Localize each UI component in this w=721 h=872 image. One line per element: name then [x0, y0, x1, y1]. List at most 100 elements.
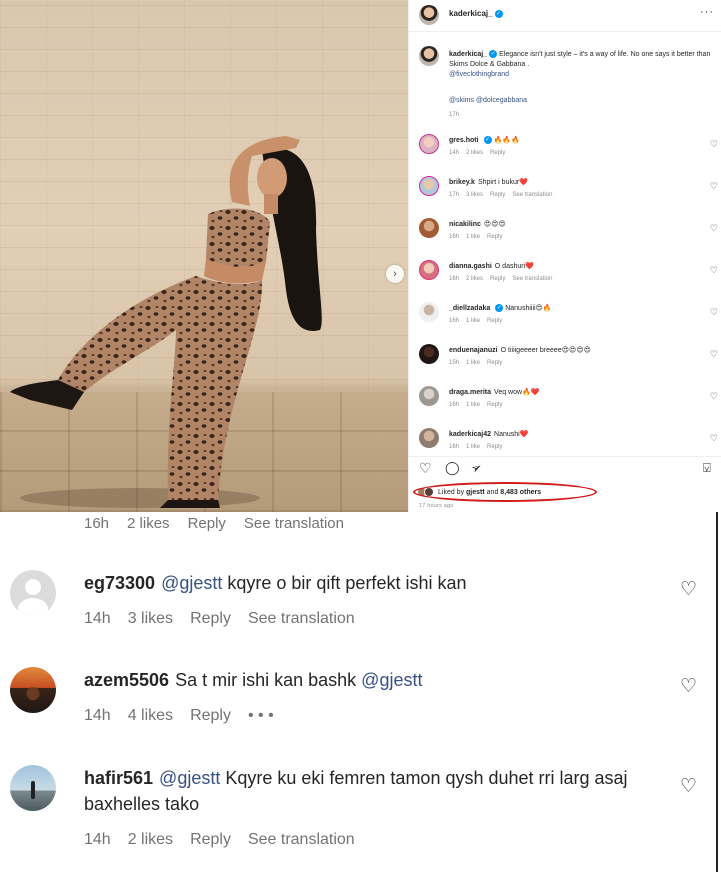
- commenter-avatar[interactable]: [419, 386, 439, 406]
- caption-mention-link[interactable]: @fiveclothingbrand: [449, 71, 509, 78]
- comment-username[interactable]: dianna.gashi: [449, 263, 492, 270]
- like-heart-icon[interactable]: ♡: [419, 461, 432, 475]
- author-username[interactable]: kaderkicaj_: [449, 9, 493, 18]
- comment-username[interactable]: kaderkicaj42: [449, 431, 491, 438]
- comment-username[interactable]: draga.merita: [449, 389, 491, 396]
- post-photo[interactable]: ›: [0, 0, 408, 512]
- author-avatar[interactable]: [419, 5, 439, 25]
- bookmark-save-icon[interactable]: ⍌: [703, 461, 711, 475]
- more-options-icon[interactable]: ···: [700, 6, 714, 18]
- comment-reply-button[interactable]: Reply: [490, 276, 505, 282]
- comment-likes[interactable]: 4 likes: [128, 707, 173, 724]
- comment-reply-button[interactable]: Reply: [487, 402, 502, 408]
- comment-time: 15h: [449, 360, 460, 366]
- comment-like-heart-icon[interactable]: ♡: [710, 265, 718, 276]
- comment-likes[interactable]: 2 likes: [466, 276, 483, 282]
- comment-meta: 17h 3 likes Reply See translation: [449, 192, 559, 198]
- chevron-right-icon: ›: [393, 268, 397, 280]
- carousel-next-button[interactable]: ›: [386, 265, 404, 283]
- comment-like-heart-icon[interactable]: ♡: [710, 181, 718, 192]
- comment-reply-button[interactable]: Reply: [487, 234, 502, 240]
- comment-username[interactable]: brikey.k: [449, 179, 475, 186]
- comment-reply-button[interactable]: Reply: [190, 707, 231, 724]
- comment-like-heart-icon[interactable]: ♡: [710, 223, 718, 234]
- comment-like-heart-icon[interactable]: ♡: [710, 391, 718, 402]
- see-translation-link[interactable]: See translation: [244, 515, 344, 532]
- comment-username[interactable]: hafir561: [84, 768, 153, 788]
- comment-body: enduenajanuzi O tiiiigeeeer breeee😍😍😍😍: [449, 346, 591, 354]
- comment-meta: 14h 2 likes Reply See translation: [84, 831, 372, 849]
- comment-reply-button[interactable]: Reply: [188, 515, 226, 532]
- see-translation-link[interactable]: See translation: [512, 192, 552, 198]
- comment-like-heart-icon[interactable]: ♡: [710, 307, 718, 318]
- commenter-avatar[interactable]: [419, 218, 439, 238]
- user-avatar[interactable]: [10, 667, 56, 713]
- user-avatar[interactable]: [10, 765, 56, 811]
- comment-row: dianna.gashi O dashuri❤️ 16h 2 likes Reply S…: [409, 260, 721, 302]
- comment-mention-link[interactable]: @gjestt: [161, 573, 222, 593]
- comment-like-heart-icon[interactable]: ♡: [710, 349, 718, 360]
- commenter-avatar[interactable]: [419, 428, 439, 448]
- commenter-avatar[interactable]: [419, 176, 439, 196]
- comment-reply-button[interactable]: Reply: [490, 192, 505, 198]
- commenter-avatar[interactable]: [419, 302, 439, 322]
- comment-likes[interactable]: 2 likes: [128, 831, 173, 848]
- commenter-avatar[interactable]: [419, 134, 439, 154]
- default-user-avatar-icon[interactable]: [10, 570, 56, 616]
- comment-mention-link[interactable]: @gjestt: [159, 768, 220, 788]
- comment-body: hafir561 @gjestt Kqyre ku eki femren tamo…: [84, 765, 669, 817]
- caption-username[interactable]: kaderkicaj_: [449, 51, 487, 58]
- comment-body: dianna.gashi O dashuri❤️: [449, 262, 534, 270]
- comment-likes[interactable]: 3 likes: [466, 192, 483, 198]
- share-send-icon[interactable]: ➢: [468, 458, 485, 476]
- comment-likes[interactable]: 1 like: [466, 360, 480, 366]
- comment-bubble-icon[interactable]: ◯: [445, 461, 460, 475]
- comment-like-heart-icon[interactable]: ♡: [710, 139, 718, 150]
- author-username-block[interactable]: kaderkicaj_ ✓: [449, 9, 503, 18]
- comment-reply-button[interactable]: Reply: [490, 150, 505, 156]
- comment-reply-button[interactable]: Reply: [487, 444, 502, 450]
- comment-username[interactable]: enduenajanuzi: [449, 347, 498, 354]
- verified-badge-icon: ✓: [483, 136, 492, 145]
- caption-tags-link[interactable]: @skims @dolcegabbana: [449, 97, 527, 104]
- comment-reply-button[interactable]: Reply: [487, 360, 502, 366]
- comment-mention-link[interactable]: @gjestt: [361, 670, 422, 690]
- see-translation-link[interactable]: See translation: [512, 276, 552, 282]
- comment-body: kaderkicaj42 Nanushi❤️: [449, 430, 528, 438]
- caption-avatar[interactable]: [419, 46, 439, 66]
- comment-like-heart-icon[interactable]: ♡: [680, 578, 697, 601]
- caption-time: 17h: [449, 112, 460, 118]
- comment-reply-button[interactable]: Reply: [190, 610, 231, 627]
- comment-likes[interactable]: 2 likes: [466, 150, 483, 156]
- comment-like-heart-icon[interactable]: ♡: [710, 433, 718, 444]
- comment-reply-button[interactable]: Reply: [190, 831, 231, 848]
- commenter-avatar[interactable]: [419, 260, 439, 280]
- more-options-icon[interactable]: • • •: [248, 707, 274, 724]
- comment-likes[interactable]: 1 like: [466, 444, 480, 450]
- comment-username[interactable]: eg73300: [84, 573, 155, 593]
- comment-username[interactable]: nicakilinc: [449, 221, 481, 228]
- comment-likes[interactable]: 3 likes: [128, 610, 173, 627]
- comment-likes[interactable]: 1 like: [466, 234, 480, 240]
- see-translation-link[interactable]: See translation: [248, 831, 355, 848]
- comment-username[interactable]: gres.hoti: [449, 137, 479, 144]
- comment-body: brikey.k Shpirt i bukur❤️: [449, 178, 528, 186]
- comment-like-heart-icon[interactable]: ♡: [680, 775, 697, 798]
- comment-time: 16h: [449, 402, 460, 408]
- comment-likes[interactable]: 1 like: [466, 318, 480, 324]
- commenter-avatar[interactable]: [419, 344, 439, 364]
- comment-likes[interactable]: 1 like: [466, 402, 480, 408]
- comment-like-heart-icon[interactable]: ♡: [680, 675, 697, 698]
- comment-text: Shpirt i bukur❤️: [477, 179, 528, 186]
- comment-meta: 16h 2 likes Reply See translation: [449, 276, 559, 282]
- comment-username[interactable]: _diellzadaka: [449, 305, 490, 312]
- comment-row: enduenajanuzi O tiiiigeeeer breeee😍😍😍😍 15…: [409, 344, 721, 386]
- post-timestamp: 17 hours ago: [419, 503, 454, 509]
- comment-text: kqyre o bir qift perfekt ishi kan: [227, 573, 467, 593]
- comment-text: Nanushiiii😍🔥: [505, 305, 552, 312]
- comment-username[interactable]: azem5506: [84, 670, 169, 690]
- see-translation-link[interactable]: See translation: [248, 610, 355, 627]
- comment-likes[interactable]: 2 likes: [127, 515, 170, 532]
- comment-time: 16h: [449, 234, 460, 240]
- comment-reply-button[interactable]: Reply: [487, 318, 502, 324]
